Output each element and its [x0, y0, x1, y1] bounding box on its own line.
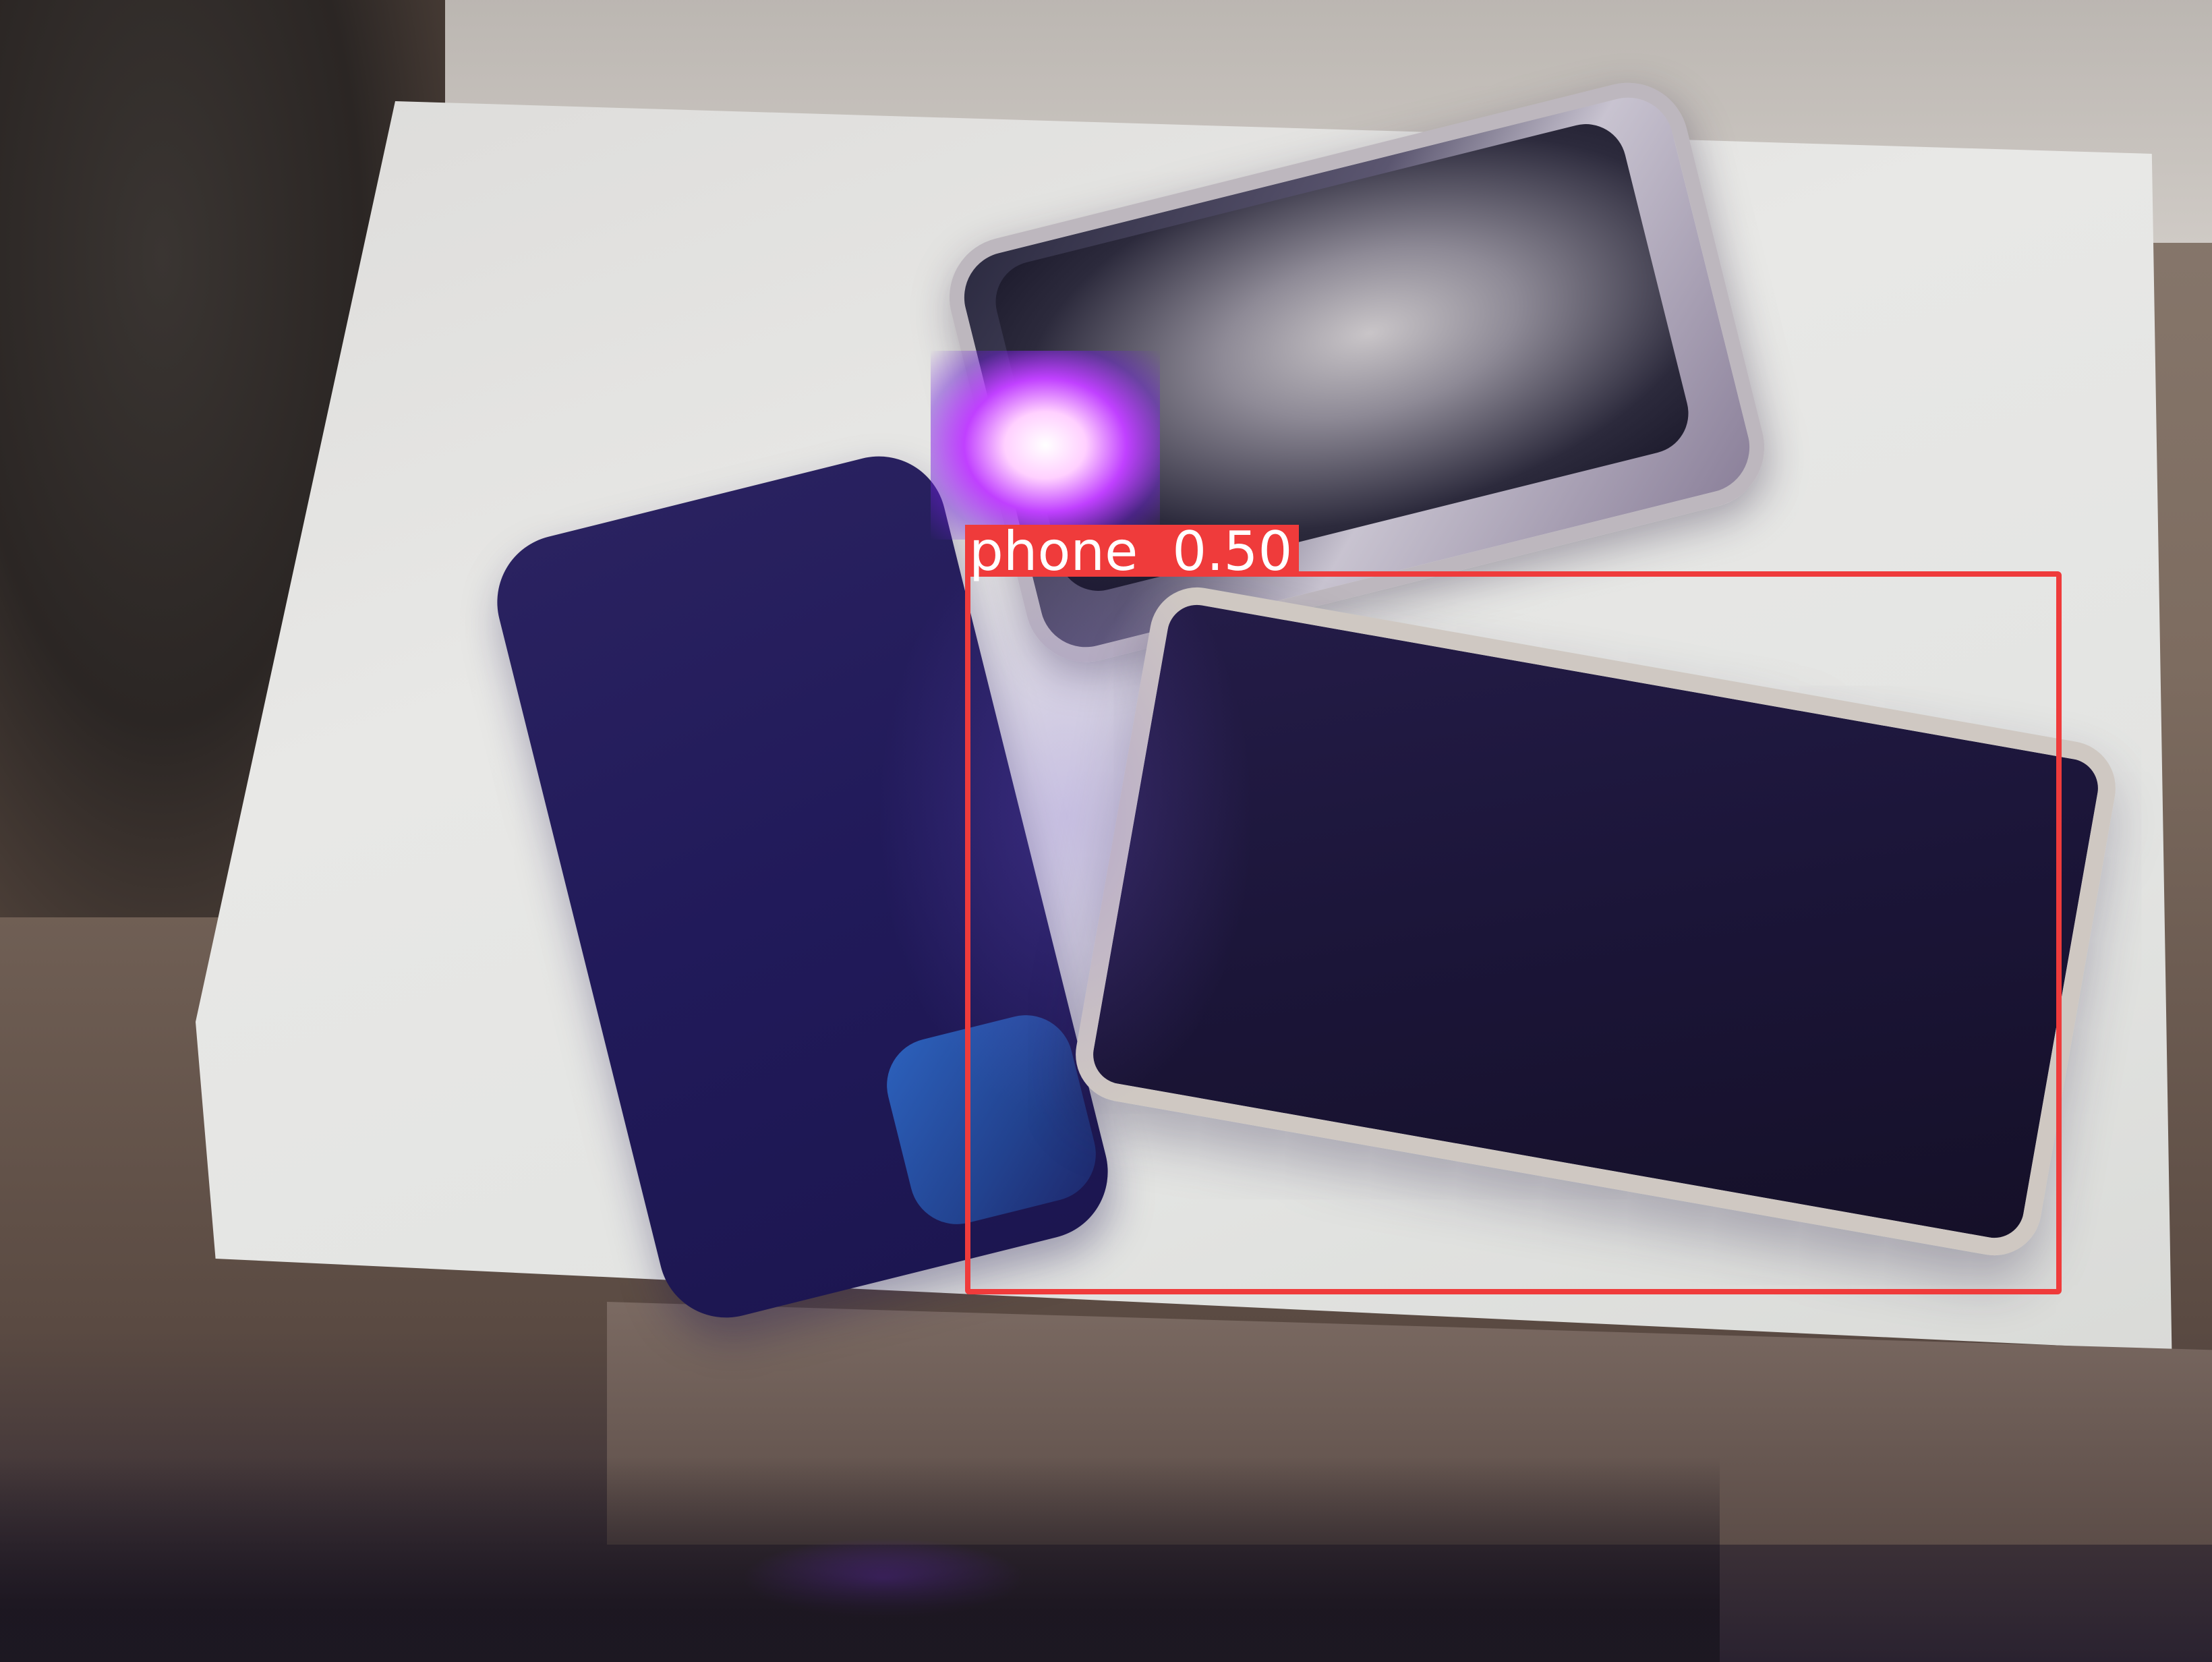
detection-label: phone 0.50 — [965, 525, 1300, 579]
detection-bounding-box — [965, 571, 2062, 1294]
purple-light-flare — [931, 351, 1160, 540]
photo-scene: phone 0.50 — [0, 0, 2212, 1662]
foreground-shadow — [0, 1457, 1720, 1662]
